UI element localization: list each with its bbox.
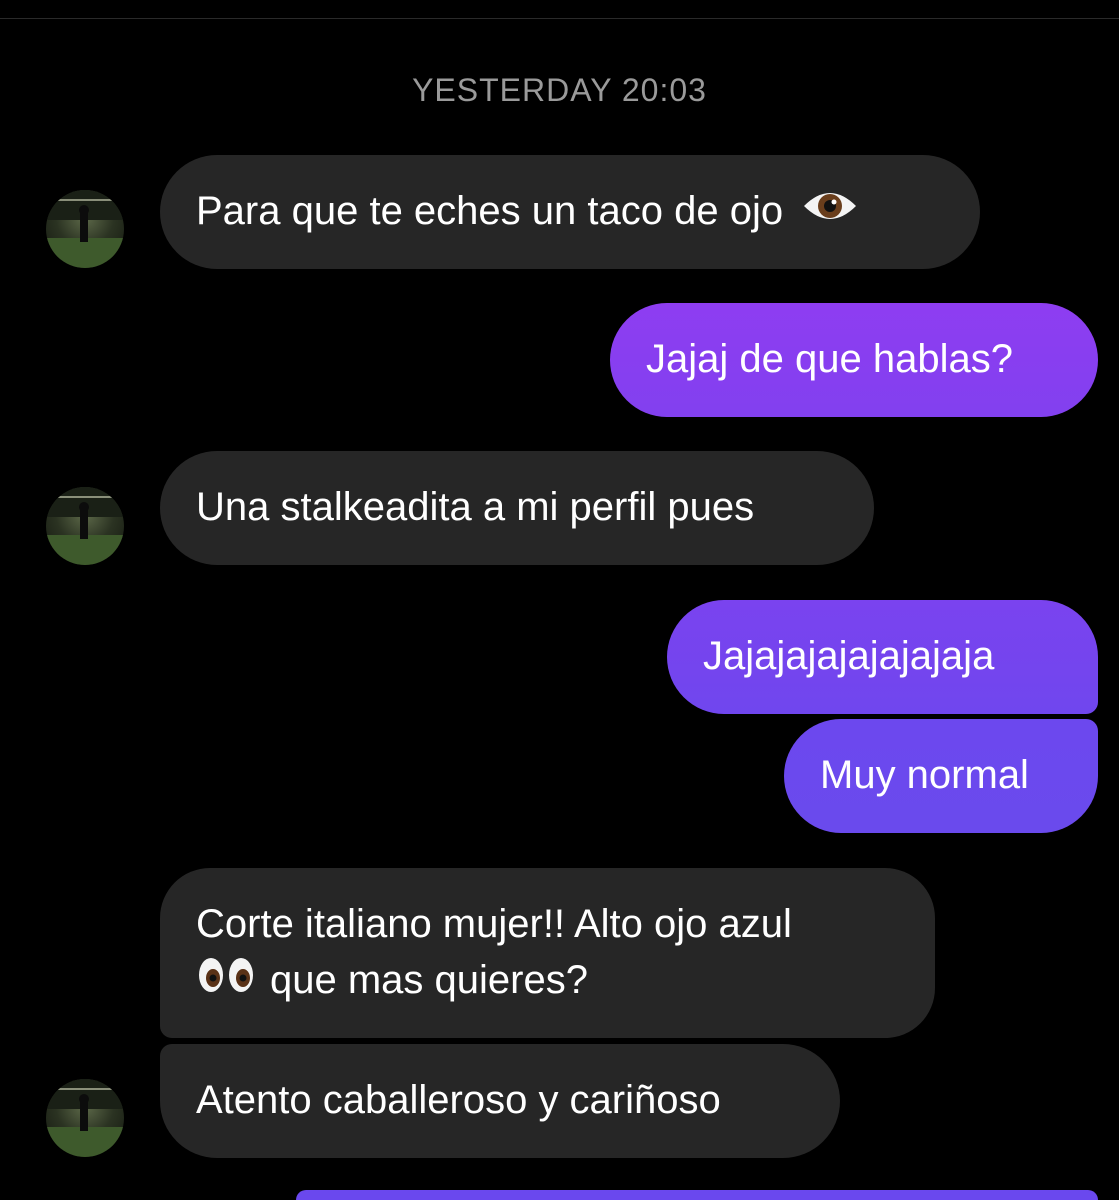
message-text: Una stalkeadita a mi perfil pues: [196, 485, 755, 529]
message-text: Para que te eches un taco de ojo: [196, 189, 784, 233]
sender-avatar[interactable]: [46, 190, 124, 268]
message-bubble-sent-partial[interactable]: [296, 1190, 1098, 1200]
message-text: que mas quieres?: [270, 958, 588, 1002]
sender-avatar[interactable]: [46, 487, 124, 565]
eyes-icon: [196, 954, 256, 1010]
eye-icon: [802, 185, 858, 241]
message-text: Jajajajajajajajaja: [703, 634, 995, 678]
sender-avatar[interactable]: [46, 1079, 124, 1157]
message-timestamp: YESTERDAY 20:03: [412, 72, 707, 108]
message-bubble-sent[interactable]: Jajaj de que hablas?: [610, 303, 1098, 417]
message-bubble-sent[interactable]: Jajajajajajajajaja: [667, 600, 1098, 714]
message-text-line: que mas quieres?: [196, 952, 899, 1010]
message-text: Muy normal: [820, 753, 1029, 797]
message-text: Atento caballeroso y cariñoso: [196, 1078, 721, 1122]
message-bubble-received[interactable]: Una stalkeadita a mi perfil pues: [160, 451, 874, 565]
message-bubble-received[interactable]: Corte italiano mujer!! Alto ojo azul que…: [160, 868, 935, 1038]
message-text-line: Corte italiano mujer!! Alto ojo azul: [196, 902, 792, 946]
header-divider: [0, 18, 1119, 19]
message-bubble-received[interactable]: Atento caballeroso y cariñoso: [160, 1044, 840, 1158]
message-text: Jajaj de que hablas?: [646, 337, 1013, 381]
message-bubble-received[interactable]: Para que te eches un taco de ojo: [160, 155, 980, 269]
message-bubble-sent[interactable]: Muy normal: [784, 719, 1098, 833]
